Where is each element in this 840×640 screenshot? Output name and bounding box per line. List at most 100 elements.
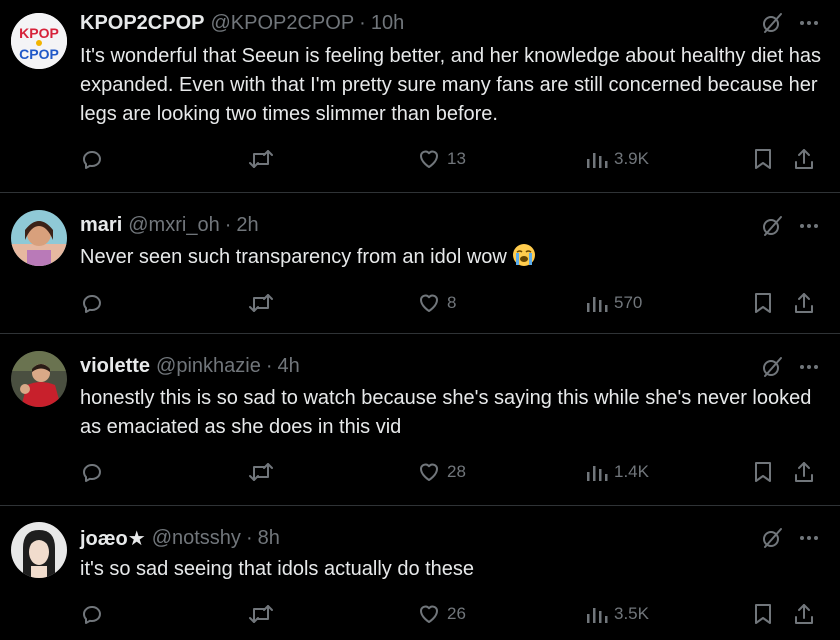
repost-icon — [248, 147, 274, 171]
tweet-2[interactable]: mari @mxri_oh · 2h Never seen such trans… — [0, 193, 840, 334]
loudly-crying-face-icon — [512, 243, 536, 267]
repost-button[interactable] — [248, 144, 274, 174]
avatar[interactable]: KPOP CPOP — [11, 13, 67, 69]
views-button[interactable]: 3.9K — [586, 144, 649, 174]
heart-icon — [417, 460, 441, 484]
repost-button[interactable] — [248, 599, 274, 629]
bookmark-icon — [753, 602, 773, 626]
display-name[interactable]: violette — [80, 355, 150, 378]
action-bar: 8 570 — [80, 288, 820, 318]
action-bar: 13 3.9K — [80, 144, 820, 174]
views-button[interactable]: 570 — [586, 288, 642, 318]
tweet-header: joæo★ @notsshy · 8h — [80, 523, 760, 553]
reply-icon — [80, 147, 104, 171]
repost-button[interactable] — [248, 288, 274, 318]
reply-button[interactable] — [80, 457, 104, 487]
avatar-cpop-text: CPOP — [19, 46, 59, 62]
avatar[interactable] — [11, 522, 67, 578]
views-button[interactable]: 1.4K — [586, 457, 649, 487]
grok-icon[interactable] — [760, 11, 784, 40]
view-count: 3.9K — [614, 149, 649, 168]
separator: · — [359, 11, 366, 34]
reply-button[interactable] — [80, 144, 104, 174]
share-icon — [792, 460, 816, 484]
action-bar: 26 3.5K — [80, 599, 820, 629]
separator: · — [224, 213, 232, 236]
timestamp[interactable]: 10h — [371, 12, 404, 35]
grok-icon[interactable] — [760, 526, 784, 555]
share-icon — [792, 602, 816, 626]
tweet-header: KPOP2CPOP @KPOP2CPOP · 10h — [80, 8, 760, 38]
timestamp[interactable]: 8h — [258, 527, 280, 550]
view-count: 3.5K — [614, 604, 649, 623]
more-icon[interactable] — [798, 12, 820, 39]
heart-icon — [417, 147, 441, 171]
share-icon — [792, 291, 816, 315]
avatar[interactable] — [11, 351, 67, 407]
tweet-text: It's wonderful that Seeun is feeling bet… — [80, 45, 821, 125]
avatar-kpop-text: KPOP — [19, 25, 59, 41]
tweet-text: honestly this is so sad to watch because… — [80, 387, 812, 438]
tweet-text-container: Never seen such transparency from an ido… — [80, 243, 822, 272]
timestamp[interactable]: 2h — [236, 214, 258, 237]
like-count: 28 — [447, 462, 466, 481]
like-button[interactable]: 28 — [417, 457, 466, 487]
like-count: 13 — [447, 149, 466, 168]
repost-icon — [248, 602, 274, 626]
grok-icon[interactable] — [760, 355, 784, 384]
tweet-4[interactable]: joæo★ @notsshy · 8h it's so sad seeing t… — [0, 506, 840, 640]
reply-button[interactable] — [80, 288, 104, 318]
reply-icon — [80, 291, 104, 315]
views-icon — [586, 460, 608, 484]
repost-icon — [248, 460, 274, 484]
tweet-1[interactable]: KPOP CPOP KPOP2CPOP @KPOP2CPOP · 10h It'… — [0, 0, 840, 193]
heart-icon — [417, 602, 441, 626]
share-button[interactable] — [792, 599, 816, 629]
share-button[interactable] — [792, 144, 816, 174]
views-button[interactable]: 3.5K — [586, 599, 649, 629]
tweet-text: Never seen such transparency from an ido… — [80, 246, 507, 268]
separator: · — [245, 526, 253, 549]
bookmark-icon — [753, 291, 773, 315]
timestamp[interactable]: 4h — [278, 355, 300, 378]
handle[interactable]: @mxri_oh — [128, 214, 219, 237]
tweet-text: it's so sad seeing that idols actually d… — [80, 558, 475, 580]
avatar[interactable] — [11, 210, 67, 266]
display-name[interactable]: mari — [80, 214, 122, 237]
share-button[interactable] — [792, 457, 816, 487]
more-icon[interactable] — [798, 356, 820, 383]
like-button[interactable]: 8 — [417, 288, 456, 318]
bookmark-button[interactable] — [753, 288, 773, 318]
share-icon — [792, 147, 816, 171]
bookmark-button[interactable] — [753, 599, 773, 629]
handle[interactable]: @KPOP2CPOP — [210, 12, 354, 35]
grok-icon[interactable] — [760, 214, 784, 243]
views-icon — [586, 291, 608, 315]
like-count: 26 — [447, 604, 466, 623]
more-icon[interactable] — [798, 527, 820, 554]
share-button[interactable] — [792, 288, 816, 318]
bookmark-icon — [753, 460, 773, 484]
more-icon[interactable] — [798, 215, 820, 242]
bookmark-icon — [753, 147, 773, 171]
like-button[interactable]: 13 — [417, 144, 466, 174]
separator: · — [265, 354, 273, 377]
tweet-3[interactable]: violette @pinkhazie · 4h honestly this i… — [0, 334, 840, 506]
reply-icon — [80, 460, 104, 484]
repost-icon — [248, 291, 274, 315]
bookmark-button[interactable] — [753, 457, 773, 487]
reply-icon — [80, 602, 104, 626]
reply-button[interactable] — [80, 599, 104, 629]
display-name[interactable]: joæo★ — [80, 526, 146, 551]
action-bar: 28 1.4K — [80, 457, 820, 487]
like-button[interactable]: 26 — [417, 599, 466, 629]
views-icon — [586, 602, 608, 626]
views-icon — [586, 147, 608, 171]
display-name[interactable]: KPOP2CPOP — [80, 12, 204, 35]
bookmark-button[interactable] — [753, 144, 773, 174]
tweet-header: violette @pinkhazie · 4h — [80, 351, 760, 381]
handle[interactable]: @pinkhazie — [156, 355, 261, 378]
handle[interactable]: @notsshy — [152, 527, 241, 550]
repost-button[interactable] — [248, 457, 274, 487]
like-count: 8 — [447, 293, 457, 312]
